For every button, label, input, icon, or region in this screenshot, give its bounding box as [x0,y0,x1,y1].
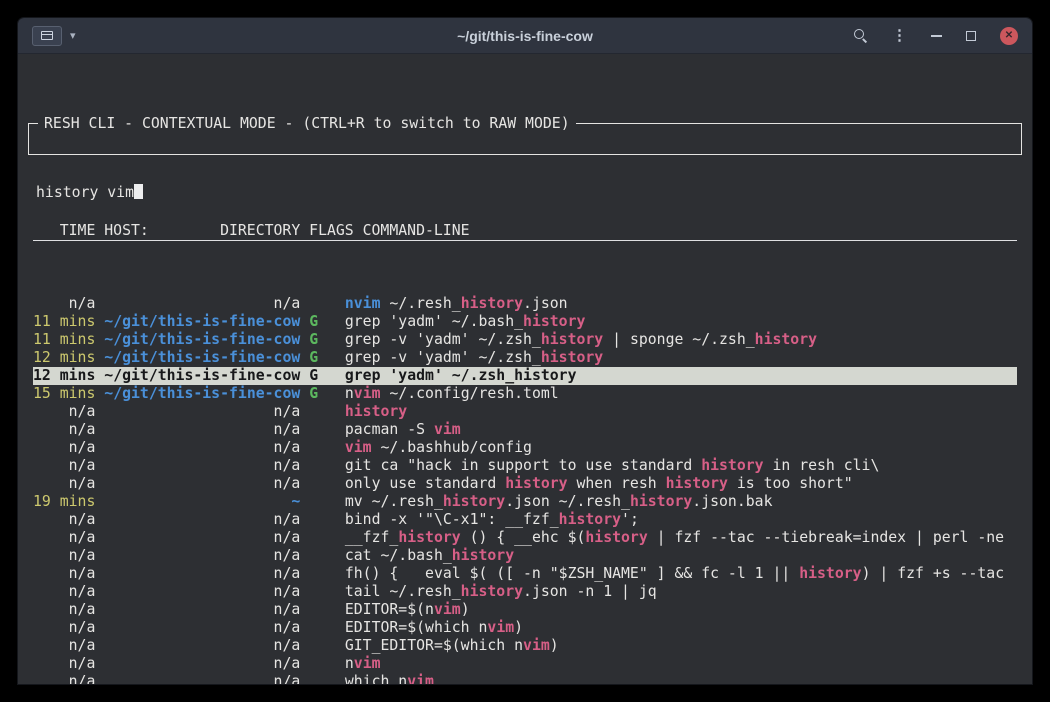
history-row[interactable]: n/a n/a pacman -S vim [33,421,1017,439]
close-button[interactable]: ✕ [1000,27,1018,45]
history-row[interactable]: n/a n/a __fzf_history () { __ehc $(histo… [33,529,1017,547]
history-row[interactable]: 11 mins ~/git/this-is-fine-cow G grep -v… [33,331,1017,349]
history-row[interactable]: n/a n/a only use standard history when r… [33,475,1017,493]
titlebar: ▾ ~/git/this-is-fine-cow ⋮ ✕ [18,18,1032,54]
resh-mode-title: RESH CLI - CONTEXTUAL MODE - (CTRL+R to … [38,115,576,133]
search-icon[interactable] [854,29,868,43]
restore-button[interactable] [966,31,976,41]
close-icon: ✕ [1005,30,1013,41]
history-row[interactable]: 12 mins ~/git/this-is-fine-cow G grep -v… [33,349,1017,367]
titlebar-actions: ⋮ ✕ [854,27,1018,45]
history-row[interactable]: 12 mins ~/git/this-is-fine-cow G grep 'y… [33,367,1017,385]
history-row[interactable]: n/a n/a EDITOR=$(which nvim) [33,619,1017,637]
tab-dropdown-caret[interactable]: ▾ [70,29,76,42]
history-row[interactable]: n/a n/a nvim ~/.resh_history.json [33,295,1017,313]
menu-kebab-icon[interactable]: ⋮ [892,28,907,43]
history-row[interactable]: 19 mins ~ mv ~/.resh_history.json ~/.res… [33,493,1017,511]
history-row[interactable]: n/a n/a tail ~/.resh_history.json -n 1 |… [33,583,1017,601]
history-row[interactable]: n/a n/a GIT_EDITOR=$(which nvim) [33,637,1017,655]
history-row[interactable]: n/a n/a bind -x '"\C-x1": __fzf_history'… [33,511,1017,529]
history-row[interactable]: n/a n/a cat ~/.bash_history [33,547,1017,565]
history-row[interactable]: n/a n/a history [33,403,1017,421]
terminal-tab-icon [41,31,53,40]
history-row[interactable]: 15 mins ~/git/this-is-fine-cow G nvim ~/… [33,385,1017,403]
text-cursor [134,184,143,199]
terminal-window: ▾ ~/git/this-is-fine-cow ⋮ ✕ RESH CLI - … [18,18,1032,684]
new-tab-button[interactable] [32,26,62,46]
search-query-input[interactable]: history vim [36,184,1014,202]
history-row[interactable]: n/a n/a vim ~/.bashhub/config [33,439,1017,457]
history-row[interactable]: n/a n/a fh() { eval $( ([ -n "$ZSH_NAME"… [33,565,1017,583]
history-row[interactable]: n/a n/a EDITOR=$(nvim) [33,601,1017,619]
history-row[interactable]: 11 mins ~/git/this-is-fine-cow G grep 'y… [33,313,1017,331]
search-query-text: history vim [36,184,134,201]
history-row[interactable]: n/a n/a which nvim [33,673,1017,684]
terminal-screen[interactable]: RESH CLI - CONTEXTUAL MODE - (CTRL+R to … [18,54,1032,684]
history-row[interactable]: n/a n/a git ca "hack in support to use s… [33,457,1017,475]
history-list: n/a n/a nvim ~/.resh_history.json11 mins… [33,295,1017,684]
resh-search-box: RESH CLI - CONTEXTUAL MODE - (CTRL+R to … [28,123,1022,155]
minimize-button[interactable] [931,35,942,37]
history-row[interactable]: n/a n/a nvim [33,655,1017,673]
